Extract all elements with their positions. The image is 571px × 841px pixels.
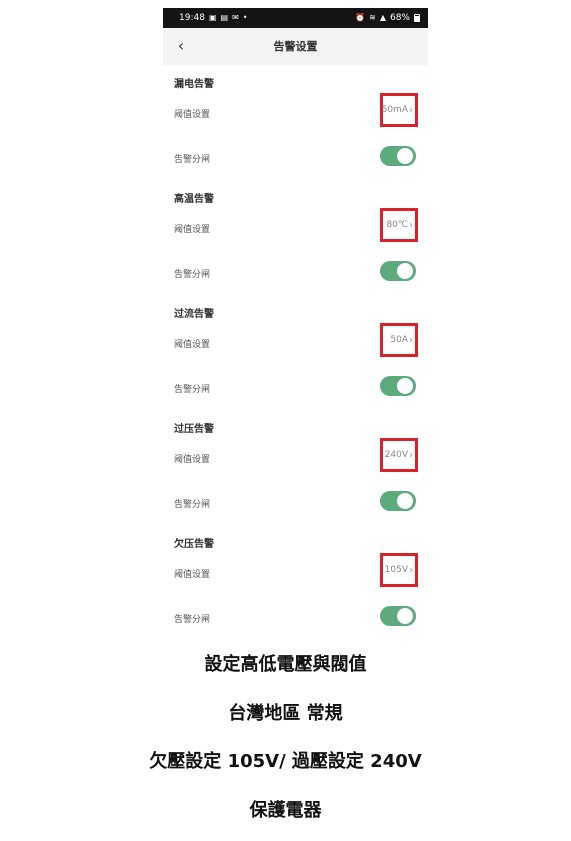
- threshold-value: 50A: [390, 335, 408, 345]
- caption-line-4: 保護電器: [249, 800, 322, 821]
- page-title: 告警设置: [273, 40, 318, 53]
- threshold-value: 50mA: [381, 105, 408, 115]
- toggle-knob: [397, 493, 413, 509]
- battery-icon: [414, 14, 420, 22]
- status-bar: 19:48 ▣ ▤ ✉ • ⏰ ≋ ▲ 68%: [163, 8, 428, 28]
- chevron-right-icon: ›: [409, 219, 413, 231]
- alarm-clock-icon: ⏰: [355, 13, 366, 22]
- alarm-settings-list: 漏电告警 阈值设置 50mA › 告警分闸 高温告警 阈值设置 80℃ › 告警…: [163, 65, 428, 633]
- alarm-group-overvoltage: 过压告警 阈值设置 240V › 告警分闸: [163, 410, 428, 525]
- battery-percent: 68%: [389, 13, 410, 23]
- toggle-knob: [397, 148, 413, 164]
- alarm-group-leakage: 漏电告警 阈值设置 50mA › 告警分闸: [163, 65, 428, 180]
- trip-label: 告警分闸: [174, 155, 211, 165]
- trip-label: 告警分闸: [174, 385, 211, 395]
- wifi-icon: ≋: [369, 13, 376, 22]
- chevron-right-icon: ›: [409, 334, 413, 346]
- threshold-value-button[interactable]: 240V ›: [380, 438, 418, 472]
- caption-line-1: 設定高低電壓與閥值: [204, 654, 367, 675]
- threshold-label: 阈值设置: [174, 110, 211, 120]
- trip-toggle[interactable]: [380, 261, 416, 281]
- threshold-value-button[interactable]: 50A ›: [380, 323, 418, 357]
- trip-label: 告警分闸: [174, 615, 211, 625]
- alarm-title: 欠压告警: [174, 539, 214, 550]
- trip-toggle[interactable]: [380, 146, 416, 166]
- message-icon: ✉: [232, 13, 239, 22]
- caption-line-2: 台灣地區 常規: [228, 703, 343, 724]
- threshold-label: 阈值设置: [174, 225, 211, 235]
- toggle-knob: [397, 378, 413, 394]
- alarm-title: 漏电告警: [174, 79, 214, 90]
- chevron-right-icon: ›: [409, 449, 413, 461]
- chevron-right-icon: ›: [409, 564, 413, 576]
- threshold-value: 105V: [384, 565, 408, 575]
- threshold-label: 阈值设置: [174, 340, 211, 350]
- dot-icon: •: [242, 13, 248, 22]
- threshold-value: 80℃: [386, 220, 408, 230]
- phone-screen: 19:48 ▣ ▤ ✉ • ⏰ ≋ ▲ 68% ‹ 告警设置 漏电告警 阈值设置…: [163, 8, 428, 633]
- chevron-right-icon: ›: [409, 104, 413, 116]
- trip-toggle[interactable]: [380, 491, 416, 511]
- notification-icon: ▤: [220, 13, 229, 22]
- toggle-knob: [397, 608, 413, 624]
- gallery-icon: ▣: [208, 13, 217, 22]
- threshold-value: 240V: [384, 450, 408, 460]
- trip-toggle[interactable]: [380, 376, 416, 396]
- toggle-knob: [397, 263, 413, 279]
- status-time: 19:48: [179, 13, 205, 23]
- alarm-title: 过压告警: [174, 424, 214, 435]
- trip-label: 告警分闸: [174, 270, 211, 280]
- signal-icon: ▲: [379, 13, 386, 22]
- threshold-label: 阈值设置: [174, 570, 211, 580]
- threshold-label: 阈值设置: [174, 455, 211, 465]
- threshold-value-button[interactable]: 50mA ›: [380, 93, 418, 127]
- alarm-group-high-temperature: 高温告警 阈值设置 80℃ › 告警分闸: [163, 180, 428, 295]
- trip-label: 告警分闸: [174, 500, 211, 510]
- alarm-title: 高温告警: [174, 194, 214, 205]
- alarm-title: 过流告警: [174, 309, 214, 320]
- alarm-group-undervoltage: 欠压告警 阈值设置 105V › 告警分闸: [163, 525, 428, 633]
- threshold-value-button[interactable]: 80℃ ›: [380, 208, 418, 242]
- alarm-group-overcurrent: 过流告警 阈值设置 50A › 告警分闸: [163, 295, 428, 410]
- threshold-value-button[interactable]: 105V ›: [380, 553, 418, 587]
- caption-line-3: 欠壓設定 105V/ 過壓設定 240V: [149, 751, 422, 772]
- title-bar: ‹ 告警设置: [163, 28, 428, 65]
- trip-toggle[interactable]: [380, 606, 416, 626]
